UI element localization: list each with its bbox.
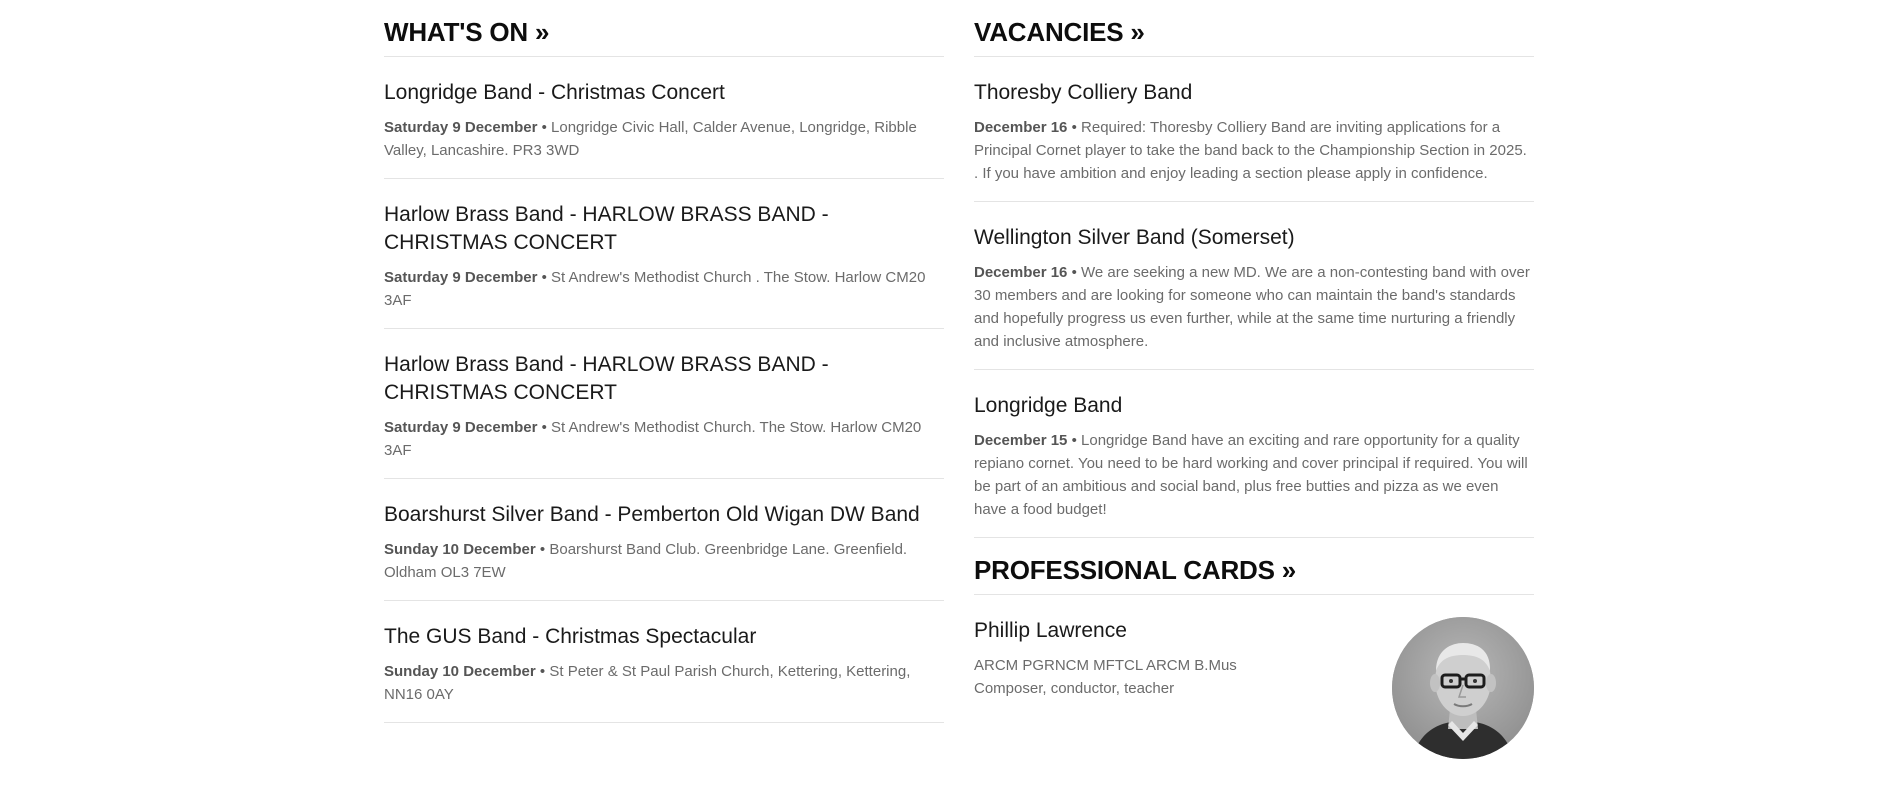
vacancy-title[interactable]: Longridge Band: [974, 392, 1534, 420]
event-meta: Saturday 9 December • St Andrew's Method…: [384, 416, 944, 462]
vacancies-column: VACANCIES » Thoresby Colliery Band Decem…: [974, 0, 1534, 767]
event-title[interactable]: Harlow Brass Band - HARLOW BRASS BAND - …: [384, 351, 944, 407]
vacancies-heading[interactable]: VACANCIES »: [974, 0, 1534, 57]
event-item: Longridge Band - Christmas Concert Satur…: [384, 57, 944, 179]
vacancy-meta: December 16 • We are seeking a new MD. W…: [974, 261, 1534, 353]
vacancy-meta: December 16 • Required: Thoresby Collier…: [974, 116, 1534, 185]
event-date: Saturday 9 December: [384, 419, 538, 436]
separator-bullet: •: [1071, 119, 1077, 136]
avatar[interactable]: [1392, 617, 1534, 759]
vacancy-item: Wellington Silver Band (Somerset) Decemb…: [974, 202, 1534, 370]
separator-bullet: •: [1071, 432, 1077, 449]
separator-bullet: •: [1071, 264, 1077, 281]
event-date: Sunday 10 December: [384, 663, 536, 680]
whats-on-column: WHAT'S ON » Longridge Band - Christmas C…: [384, 0, 944, 767]
event-item: Harlow Brass Band - HARLOW BRASS BAND - …: [384, 179, 944, 329]
whats-on-heading[interactable]: WHAT'S ON »: [384, 0, 944, 57]
vacancy-title[interactable]: Wellington Silver Band (Somerset): [974, 224, 1534, 252]
event-item: Boarshurst Silver Band - Pemberton Old W…: [384, 479, 944, 601]
event-meta: Saturday 9 December • Longridge Civic Ha…: [384, 116, 944, 162]
event-date: Sunday 10 December: [384, 541, 536, 558]
event-title[interactable]: Longridge Band - Christmas Concert: [384, 79, 944, 107]
vacancy-item: Thoresby Colliery Band December 16 • Req…: [974, 57, 1534, 202]
event-date: Saturday 9 December: [384, 119, 538, 136]
event-meta: Sunday 10 December • St Peter & St Paul …: [384, 660, 944, 706]
separator-bullet: •: [541, 269, 547, 286]
event-meta: Sunday 10 December • Boarshurst Band Clu…: [384, 538, 944, 584]
professional-card: Phillip Lawrence ARCM PGRNCM MFTCL ARCM …: [974, 595, 1534, 767]
vacancy-item: Longridge Band December 15 • Longridge B…: [974, 370, 1534, 538]
vacancy-meta: December 15 • Longridge Band have an exc…: [974, 429, 1534, 521]
separator-bullet: •: [539, 541, 546, 558]
event-title[interactable]: The GUS Band - Christmas Spectacular: [384, 623, 944, 651]
event-meta: Saturday 9 December • St Andrew's Method…: [384, 266, 944, 312]
vacancy-date: December 16: [974, 264, 1068, 281]
event-date: Saturday 9 December: [384, 269, 538, 286]
portrait-image: [1392, 617, 1534, 759]
event-item: Harlow Brass Band - HARLOW BRASS BAND - …: [384, 329, 944, 479]
separator-bullet: •: [541, 419, 547, 436]
event-item: The GUS Band - Christmas Spectacular Sun…: [384, 601, 944, 723]
separator-bullet: •: [541, 119, 547, 136]
event-title[interactable]: Harlow Brass Band - HARLOW BRASS BAND - …: [384, 201, 944, 257]
professional-cards-heading[interactable]: PROFESSIONAL CARDS »: [974, 538, 1534, 595]
vacancy-date: December 16: [974, 119, 1068, 136]
content-area: WHAT'S ON » Longridge Band - Christmas C…: [384, 0, 1534, 767]
separator-bullet: •: [539, 663, 546, 680]
event-title[interactable]: Boarshurst Silver Band - Pemberton Old W…: [384, 501, 944, 529]
vacancy-date: December 15: [974, 432, 1068, 449]
vacancy-title[interactable]: Thoresby Colliery Band: [974, 79, 1534, 107]
